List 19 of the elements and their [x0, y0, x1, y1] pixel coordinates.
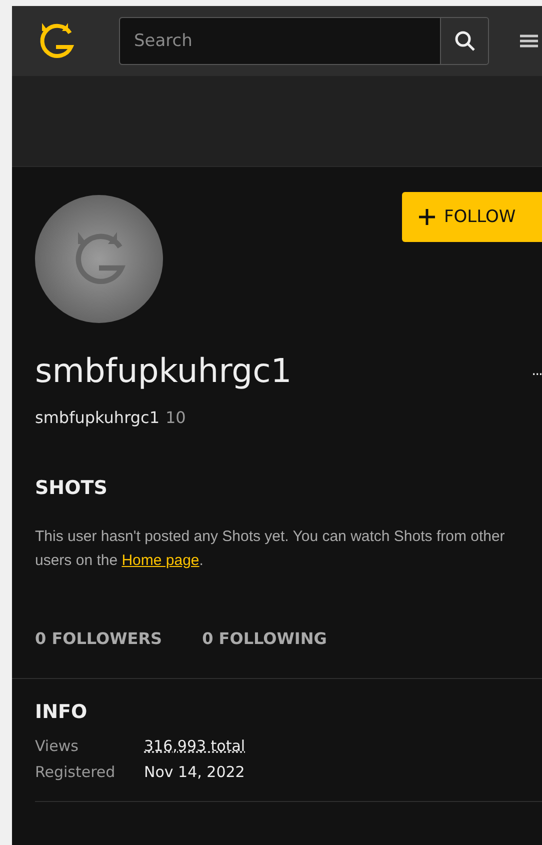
menu-icon[interactable] [520, 33, 538, 49]
section-title: INFO [35, 701, 88, 723]
section-title: SHOTS [35, 477, 108, 499]
user-level: 10 [166, 408, 186, 427]
follow-button[interactable]: FOLLOW [402, 192, 542, 242]
empty-message: This user hasn't posted any Shots yet. You can watch Shots from other users on the Home page. [35, 527, 506, 571]
username: smbfupkuhrgc1 [35, 408, 160, 427]
stat-count[interactable]: 0 FOLLOWERS [35, 629, 162, 648]
info-label: Views [35, 737, 80, 755]
more-button[interactable]: ... [532, 362, 542, 378]
home-page-link[interactable]: Home page [122, 552, 200, 569]
plus-icon [418, 208, 436, 226]
search-icon [454, 30, 476, 52]
info-value: Nov 14, 2022 [144, 763, 245, 781]
profile-name: smbfupkuhrgc1 [35, 351, 292, 390]
info-value: 316,993 total [144, 737, 246, 755]
stat-count[interactable]: 0 FOLLOWING [202, 629, 327, 648]
info-label: Registered [35, 763, 116, 781]
search-field[interactable]: Search [119, 17, 489, 65]
